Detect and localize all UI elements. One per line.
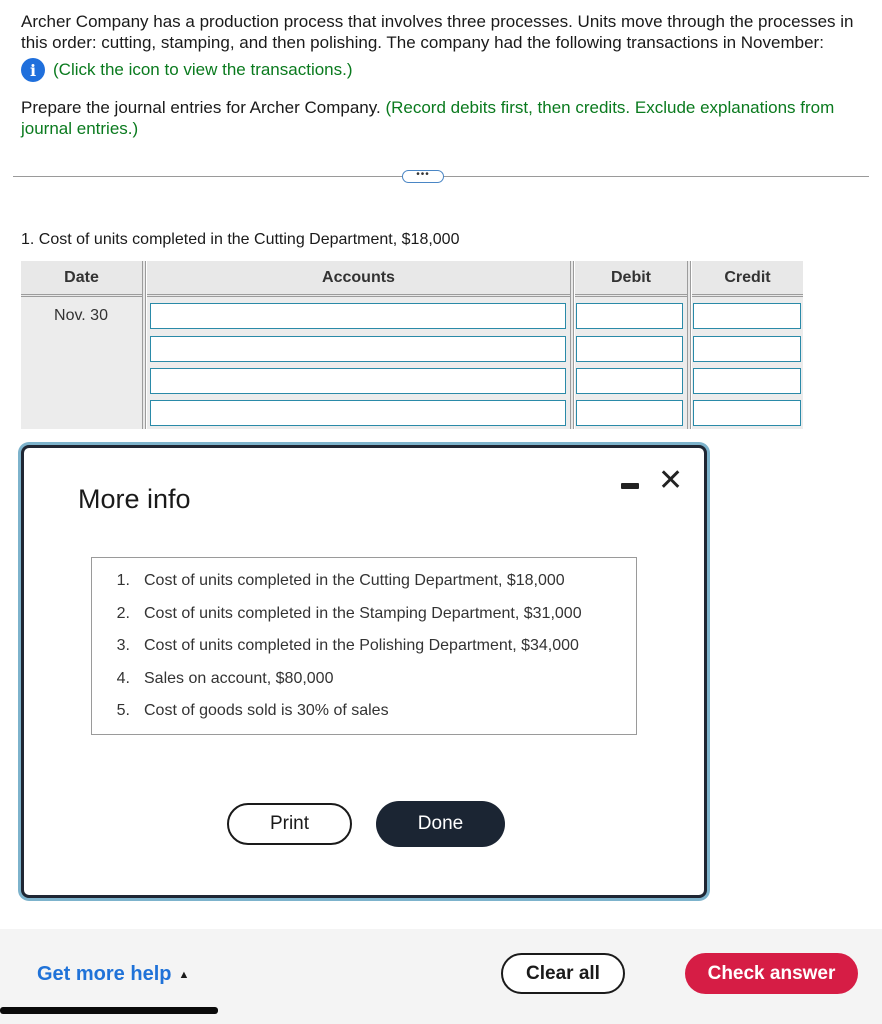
list-item-number: 4. [116, 669, 130, 687]
list-item-number: 2. [116, 604, 130, 622]
column-separator [570, 261, 574, 429]
list-item-text: Sales on account, $80,000 [144, 669, 334, 687]
more-info-dialog: More info ✕ 1. Cost of units completed i… [21, 445, 707, 898]
credit-input-3[interactable] [693, 368, 801, 394]
print-button[interactable]: Print [227, 803, 352, 845]
account-input-4[interactable] [150, 400, 566, 426]
list-item: 4. Sales on account, $80,000 [92, 663, 636, 696]
get-more-help-link[interactable]: Get more help ▲ [37, 963, 189, 986]
header-date: Date [21, 261, 142, 297]
debit-input-3[interactable] [576, 368, 683, 394]
help-label[interactable]: Get more help [37, 963, 171, 986]
list-item-text: Cost of units completed in the Polishing… [144, 637, 579, 655]
home-indicator [0, 1007, 218, 1014]
debit-input-4[interactable] [576, 400, 683, 426]
column-separator [142, 261, 146, 429]
question-intro: Archer Company has a production process … [21, 12, 854, 52]
expand-divider-button[interactable]: ••• [402, 170, 444, 183]
journal-table: Date Accounts Debit Credit Nov. 30 [21, 261, 803, 429]
list-item-text: Cost of goods sold is 30% of sales [144, 702, 389, 720]
instructions: Prepare the journal entries for Archer C… [21, 97, 866, 139]
list-item-number: 1. [116, 572, 130, 590]
dialog-title: More info [78, 484, 191, 514]
account-input-2[interactable] [150, 336, 566, 362]
account-input-3[interactable] [150, 368, 566, 394]
check-answer-button[interactable]: Check answer [685, 953, 858, 994]
prepare-text: Prepare the journal entries for Archer C… [21, 98, 381, 117]
footer-bar: Get more help ▲ Clear all Check answer [0, 929, 882, 1024]
info-icon[interactable]: i [21, 58, 45, 82]
transactions-info-link[interactable]: i (Click the icon to view the transactio… [21, 58, 353, 82]
debit-input-1[interactable] [576, 303, 683, 329]
account-input-1[interactable] [150, 303, 566, 329]
transactions-list: 1. Cost of units completed in the Cuttin… [91, 557, 637, 735]
item-title: 1. Cost of units completed in the Cuttin… [21, 231, 460, 248]
credit-input-4[interactable] [693, 400, 801, 426]
done-button[interactable]: Done [376, 801, 505, 847]
list-item-text: Cost of units completed in the Stamping … [144, 604, 582, 622]
close-icon[interactable]: ✕ [658, 466, 683, 496]
header-debit: Debit [575, 261, 687, 297]
header-accounts: Accounts [147, 261, 570, 297]
caret-up-icon: ▲ [178, 968, 190, 981]
list-item: 5. Cost of goods sold is 30% of sales [92, 695, 636, 728]
debit-input-2[interactable] [576, 336, 683, 362]
credit-input-2[interactable] [693, 336, 801, 362]
column-separator [687, 261, 691, 429]
clear-all-button[interactable]: Clear all [501, 953, 625, 994]
entry-date: Nov. 30 [54, 307, 108, 324]
list-item: 1. Cost of units completed in the Cuttin… [92, 565, 636, 598]
list-item-number: 3. [116, 637, 130, 655]
minimize-icon[interactable] [621, 483, 639, 489]
list-item: 2. Cost of units completed in the Stampi… [92, 598, 636, 631]
info-link-text[interactable]: (Click the icon to view the transactions… [53, 60, 353, 80]
list-item: 3. Cost of units completed in the Polish… [92, 630, 636, 663]
header-credit: Credit [692, 261, 803, 297]
list-item-number: 5. [116, 702, 130, 720]
credit-input-1[interactable] [693, 303, 801, 329]
list-item-text: Cost of units completed in the Cutting D… [144, 572, 565, 590]
